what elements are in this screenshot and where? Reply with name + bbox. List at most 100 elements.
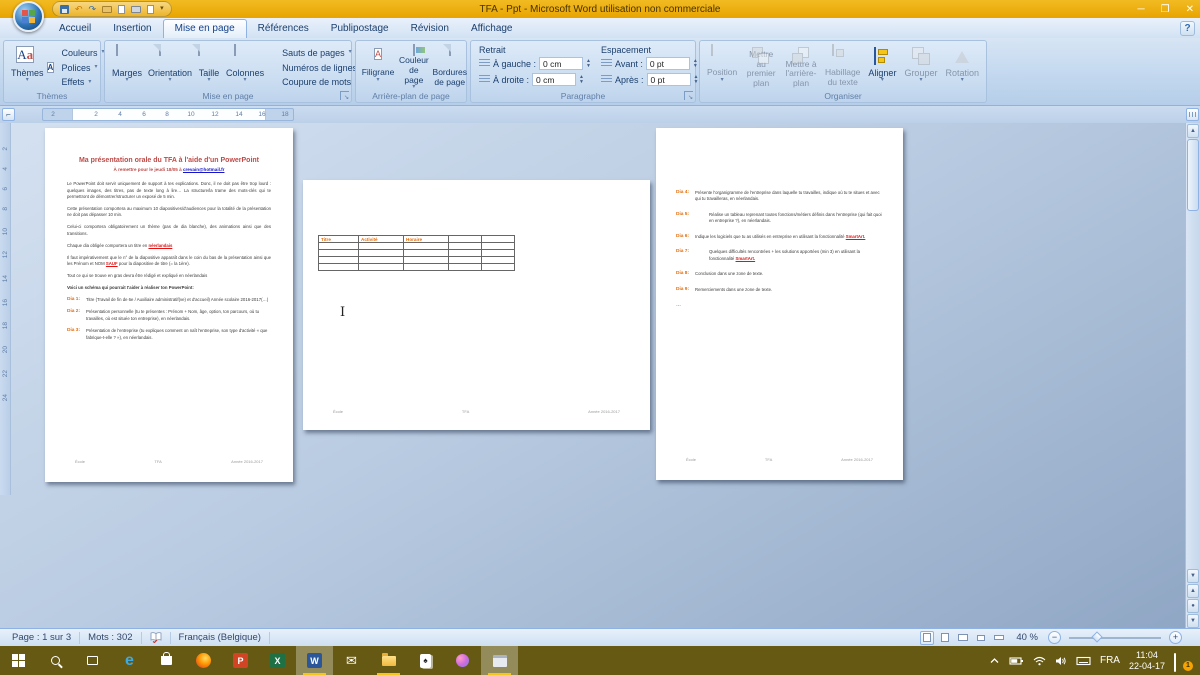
- view-fullscreen-button[interactable]: [938, 631, 952, 645]
- theme-effects-button[interactable]: Effets▾: [47, 75, 105, 89]
- search-button[interactable]: [37, 646, 74, 675]
- taskbar-item-firefox[interactable]: [185, 646, 222, 675]
- horizontal-ruler[interactable]: 2 2 4 6 8 10 12 14 16 18: [42, 108, 294, 121]
- tab-revision[interactable]: Révision: [400, 20, 460, 38]
- email-link[interactable]: crevain@hotmail.fr: [183, 167, 225, 172]
- paragraph: Voici un schéma qui pourrait t'aider à r…: [67, 285, 271, 291]
- group-label-arrange: Organiser: [700, 91, 986, 101]
- print-preview-icon[interactable]: [147, 4, 154, 14]
- qat-more-icon[interactable]: ▾: [160, 4, 164, 14]
- indent-left-input[interactable]: 0 cm: [539, 57, 583, 70]
- status-word-count[interactable]: Mots : 302: [80, 632, 141, 644]
- scroll-up-button[interactable]: ▲: [1187, 124, 1199, 138]
- volume-icon[interactable]: [1055, 656, 1067, 666]
- battery-icon[interactable]: [1009, 656, 1024, 666]
- taskbar-item-file-explorer[interactable]: [370, 646, 407, 675]
- margins-button[interactable]: Marges▾: [109, 44, 145, 89]
- indent-right-input[interactable]: 0 cm: [532, 73, 576, 86]
- redo-icon[interactable]: ↷: [89, 4, 97, 14]
- status-proofing[interactable]: [142, 632, 171, 644]
- spacing-after-input[interactable]: 0 pt: [647, 73, 691, 86]
- tab-accueil[interactable]: Accueil: [48, 20, 102, 38]
- taskbar-item-word[interactable]: W: [296, 646, 333, 675]
- columns-button[interactable]: Colonnes▾: [223, 44, 267, 89]
- page-borders-button[interactable]: Bordures de page: [432, 44, 468, 89]
- vertical-ruler[interactable]: 24 68 1012 1416 1820 2224: [0, 123, 11, 495]
- clock[interactable]: 11:04 22-04-17: [1129, 650, 1165, 672]
- view-web-layout-button[interactable]: [956, 631, 970, 645]
- close-button[interactable]: ✕: [1186, 4, 1194, 15]
- status-page-indicator[interactable]: Page : 1 sur 3: [4, 632, 80, 644]
- view-outline-button[interactable]: [974, 631, 988, 645]
- spacing-after-stepper[interactable]: ▲▼: [694, 75, 699, 85]
- new-document-icon[interactable]: [118, 4, 125, 14]
- status-language[interactable]: Français (Belgique): [171, 632, 270, 644]
- document-page-2[interactable]: Titre Activité Horaire ÉcoleTFAAnnée 201…: [303, 180, 650, 430]
- taskbar-item-powerpoint[interactable]: P: [222, 646, 259, 675]
- tab-affichage[interactable]: Affichage: [460, 20, 524, 38]
- office-button[interactable]: [13, 1, 44, 32]
- start-button[interactable]: [0, 646, 37, 675]
- table-header-cell: Activité: [359, 236, 404, 243]
- align-button[interactable]: Aligner▾: [865, 44, 899, 89]
- view-draft-button[interactable]: [992, 631, 1006, 645]
- themes-button[interactable]: Aa Thèmes▾: [8, 44, 47, 89]
- theme-colors-button[interactable]: Couleurs▾: [47, 46, 105, 60]
- zoom-level[interactable]: 40 %: [1016, 632, 1038, 643]
- spacing-before-input[interactable]: 0 pt: [646, 57, 690, 70]
- spacing-before-stepper[interactable]: ▲▼: [693, 59, 698, 69]
- taskbar-item-solitaire[interactable]: ♠: [407, 646, 444, 675]
- document-page-1[interactable]: Ma présentation orale du TFA à l'aide d'…: [45, 128, 293, 482]
- keyboard-icon[interactable]: [1076, 656, 1091, 666]
- save-icon[interactable]: [60, 4, 69, 14]
- undo-icon[interactable]: ↶: [75, 4, 83, 14]
- page-color-button[interactable]: Couleur de page▾: [396, 44, 432, 89]
- tab-selector-button[interactable]: ⌐: [2, 108, 15, 121]
- hyphenation-button[interactable]: Coupure de mots▾: [267, 75, 364, 89]
- taskbar-item-excel[interactable]: X: [259, 646, 296, 675]
- select-browse-object-button[interactable]: ●: [1187, 599, 1199, 613]
- size-button[interactable]: Taille▾: [195, 44, 223, 89]
- view-print-layout-button[interactable]: [920, 631, 934, 645]
- wifi-icon[interactable]: [1033, 656, 1046, 666]
- tab-mise-en-page[interactable]: Mise en page: [163, 19, 247, 38]
- indent-left-stepper[interactable]: ▲▼: [586, 59, 591, 69]
- scroll-down-button[interactable]: ▼: [1187, 569, 1199, 583]
- ruler-toggle-button[interactable]: [1186, 108, 1199, 121]
- taskbar-item-edge[interactable]: e: [111, 646, 148, 675]
- action-center-button[interactable]: 1: [1174, 654, 1190, 668]
- page-setup-dialog-launcher-icon[interactable]: [340, 91, 349, 100]
- open-icon[interactable]: [102, 4, 112, 14]
- minimize-button[interactable]: ─: [1138, 4, 1145, 15]
- language-indicator[interactable]: FRA: [1100, 655, 1120, 666]
- next-page-button[interactable]: ▼: [1187, 614, 1199, 628]
- help-icon[interactable]: ?: [1180, 21, 1195, 36]
- zoom-out-button[interactable]: −: [1048, 631, 1061, 644]
- taskbar-item-photos[interactable]: [444, 646, 481, 675]
- tab-publipostage[interactable]: Publipostage: [320, 20, 400, 38]
- theme-fonts-button[interactable]: APolices▾: [47, 61, 105, 75]
- zoom-in-button[interactable]: +: [1169, 631, 1182, 644]
- task-view-button[interactable]: [74, 646, 111, 675]
- breaks-button[interactable]: Sauts de pages▾: [267, 46, 364, 60]
- scrollbar-thumb[interactable]: [1187, 139, 1199, 211]
- tab-insertion[interactable]: Insertion: [102, 20, 162, 38]
- taskbar-item-mail[interactable]: ✉: [333, 646, 370, 675]
- print-icon[interactable]: [131, 4, 141, 14]
- document-page-3[interactable]: Dia 4:Présente l'organigramme de l'entre…: [656, 128, 903, 480]
- maximize-button[interactable]: ❐: [1161, 4, 1170, 15]
- indent-right-stepper[interactable]: ▲▼: [579, 75, 584, 85]
- tray-chevron-button[interactable]: [989, 656, 1000, 665]
- vertical-scrollbar[interactable]: ▲ ▼ ▲ ● ▼: [1185, 123, 1200, 628]
- line-numbers-button[interactable]: Numéros de lignes▾: [267, 61, 364, 75]
- zoom-slider-thumb[interactable]: [1091, 631, 1102, 642]
- watermark-button[interactable]: A Filigrane▾: [360, 44, 396, 89]
- tab-references[interactable]: Références: [247, 20, 320, 38]
- previous-page-button[interactable]: ▲: [1187, 584, 1199, 598]
- paragraph-dialog-launcher-icon[interactable]: [684, 91, 693, 100]
- orientation-button[interactable]: Orientation▾: [145, 44, 195, 89]
- taskbar-item-app-window[interactable]: [481, 646, 518, 675]
- zoom-slider[interactable]: [1069, 637, 1161, 639]
- office-logo-icon: [22, 10, 35, 23]
- taskbar-item-store[interactable]: [148, 646, 185, 675]
